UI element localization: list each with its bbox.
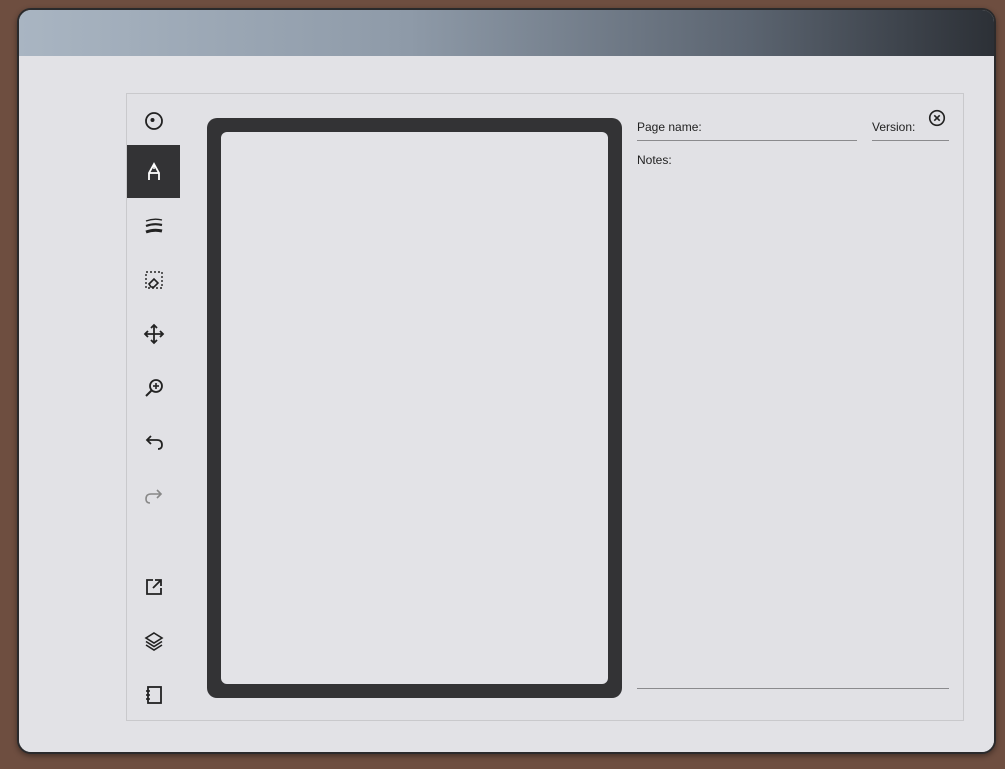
undo-button[interactable] [127, 415, 180, 468]
compass-icon [144, 111, 163, 130]
zoom-icon [144, 378, 163, 397]
notes-textarea[interactable] [637, 172, 949, 687]
notes-label: Notes: [637, 153, 672, 167]
notebook-button[interactable] [127, 668, 180, 721]
page-thumbnail[interactable] [221, 132, 608, 684]
page-name-label: Page name: [637, 120, 702, 134]
notebook-icon [145, 685, 162, 704]
left-toolbar [127, 94, 180, 720]
undo-icon [145, 434, 163, 450]
layers-button[interactable] [127, 614, 180, 667]
stroke-width-icon [144, 218, 162, 233]
page-name-field[interactable] [637, 140, 857, 141]
redo-icon [144, 488, 162, 504]
device-screen: Page name: Version: Notes: [19, 56, 994, 752]
version-field[interactable] [872, 140, 949, 141]
zoom-button[interactable] [127, 361, 180, 414]
notes-bottom-line [637, 688, 949, 689]
selection-eraser-button[interactable] [127, 253, 180, 306]
export-button[interactable] [127, 560, 180, 613]
export-icon [145, 578, 162, 595]
selection-eraser-icon [144, 270, 163, 289]
compass-button[interactable] [127, 94, 180, 147]
editor-panel: Page name: Version: Notes: [126, 93, 964, 721]
layers-icon [143, 631, 164, 651]
move-icon [143, 323, 164, 344]
move-button[interactable] [127, 307, 180, 360]
device-top-bezel [19, 10, 994, 56]
version-label: Version: [872, 120, 916, 134]
close-icon [928, 109, 946, 127]
close-button[interactable] [926, 107, 948, 129]
pen-button[interactable] [127, 145, 180, 198]
page-thumbnail-frame [207, 118, 622, 698]
pen-icon [147, 161, 160, 180]
device-frame: Page name: Version: Notes: [17, 8, 996, 754]
stroke-width-button[interactable] [127, 199, 180, 252]
redo-button[interactable] [127, 469, 180, 522]
